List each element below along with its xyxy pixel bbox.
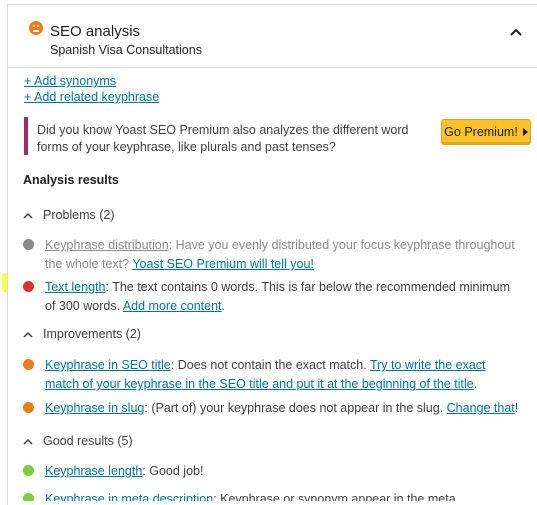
result-keyphrase-in-seo-title: Keyphrase in SEO title: Does not contain…	[23, 356, 523, 394]
improvements-label: Improvements (2)	[43, 327, 141, 341]
go-premium-button[interactable]: Go Premium!	[441, 119, 531, 145]
caret-up-icon	[23, 213, 33, 219]
text-length-end: .	[221, 299, 225, 313]
result-keyphrase-in-meta-description: Keyphrase in meta description: Keyphrase…	[23, 490, 523, 501]
good-results-label: Good results (5)	[43, 434, 133, 448]
good-results-toggle[interactable]: Good results (5)	[23, 434, 133, 448]
keyphrase-length-link[interactable]: Keyphrase length	[45, 464, 142, 478]
upsell-text: Did you know Yoast SEO Premium also anal…	[37, 123, 409, 154]
problems-toggle[interactable]: Problems (2)	[23, 208, 115, 222]
caret-up-icon	[23, 439, 33, 445]
problems-label: Problems (2)	[43, 208, 115, 222]
red-bullet-icon	[23, 281, 34, 292]
keyphrase-distribution-link[interactable]: Keyphrase distribution	[45, 238, 169, 252]
premium-upsell: Did you know Yoast SEO Premium also anal…	[24, 117, 534, 155]
text-length-link[interactable]: Text length	[45, 280, 105, 294]
panel-title: SEO analysis	[50, 23, 141, 40]
grey-bullet-icon	[23, 239, 34, 250]
improvements-toggle[interactable]: Improvements (2)	[23, 327, 141, 341]
orange-bullet-icon	[23, 359, 34, 370]
analysis-results-heading: Analysis results	[23, 173, 119, 187]
text-length-text: : The text contains 0 words. This is far…	[45, 280, 511, 313]
result-keyphrase-distribution: Keyphrase distribution: Have you evenly …	[23, 236, 523, 274]
result-text-length: Text length: The text contains 0 words. …	[23, 278, 523, 316]
keyphrase-length-text: : Good job!	[142, 464, 204, 478]
yoast-premium-link[interactable]: Yoast SEO Premium will tell you!	[132, 257, 314, 271]
green-bullet-icon	[23, 465, 34, 476]
arrow-right-icon	[522, 128, 528, 136]
slug-end: !	[514, 401, 519, 415]
panel-header[interactable]: SEO analysis Spanish Visa Consultations	[8, 5, 537, 68]
orange-bullet-icon	[23, 402, 34, 413]
panel-subtitle: Spanish Visa Consultations	[50, 43, 202, 57]
chevron-up-icon[interactable]	[509, 27, 523, 37]
keyphrase-in-seo-title-link[interactable]: Keyphrase in SEO title	[45, 358, 171, 372]
seo-title-end: .	[473, 377, 478, 391]
add-synonyms-link[interactable]: + Add synonyms	[24, 74, 116, 88]
change-that-link[interactable]: Change that	[447, 401, 515, 415]
orange-smiley-icon	[29, 21, 43, 35]
result-keyphrase-in-slug: Keyphrase in slug: (Part of) your keyphr…	[23, 399, 523, 418]
caret-up-icon	[23, 332, 33, 338]
result-keyphrase-length: Keyphrase length: Good job!	[23, 462, 523, 481]
add-related-keyphrase-link[interactable]: + Add related keyphrase	[24, 90, 159, 104]
go-premium-label: Go Premium!	[444, 125, 518, 139]
keyphrase-in-seo-title-text: : Does not contain the exact match.	[170, 358, 370, 372]
seo-analysis-panel: SEO analysis Spanish Visa Consultations …	[7, 4, 537, 505]
keyphrase-in-slug-link[interactable]: Keyphrase in slug	[45, 401, 144, 415]
add-more-content-link[interactable]: Add more content	[123, 299, 222, 313]
keyphrase-in-slug-text: : (Part of) your keyphrase does not appe…	[144, 401, 447, 415]
